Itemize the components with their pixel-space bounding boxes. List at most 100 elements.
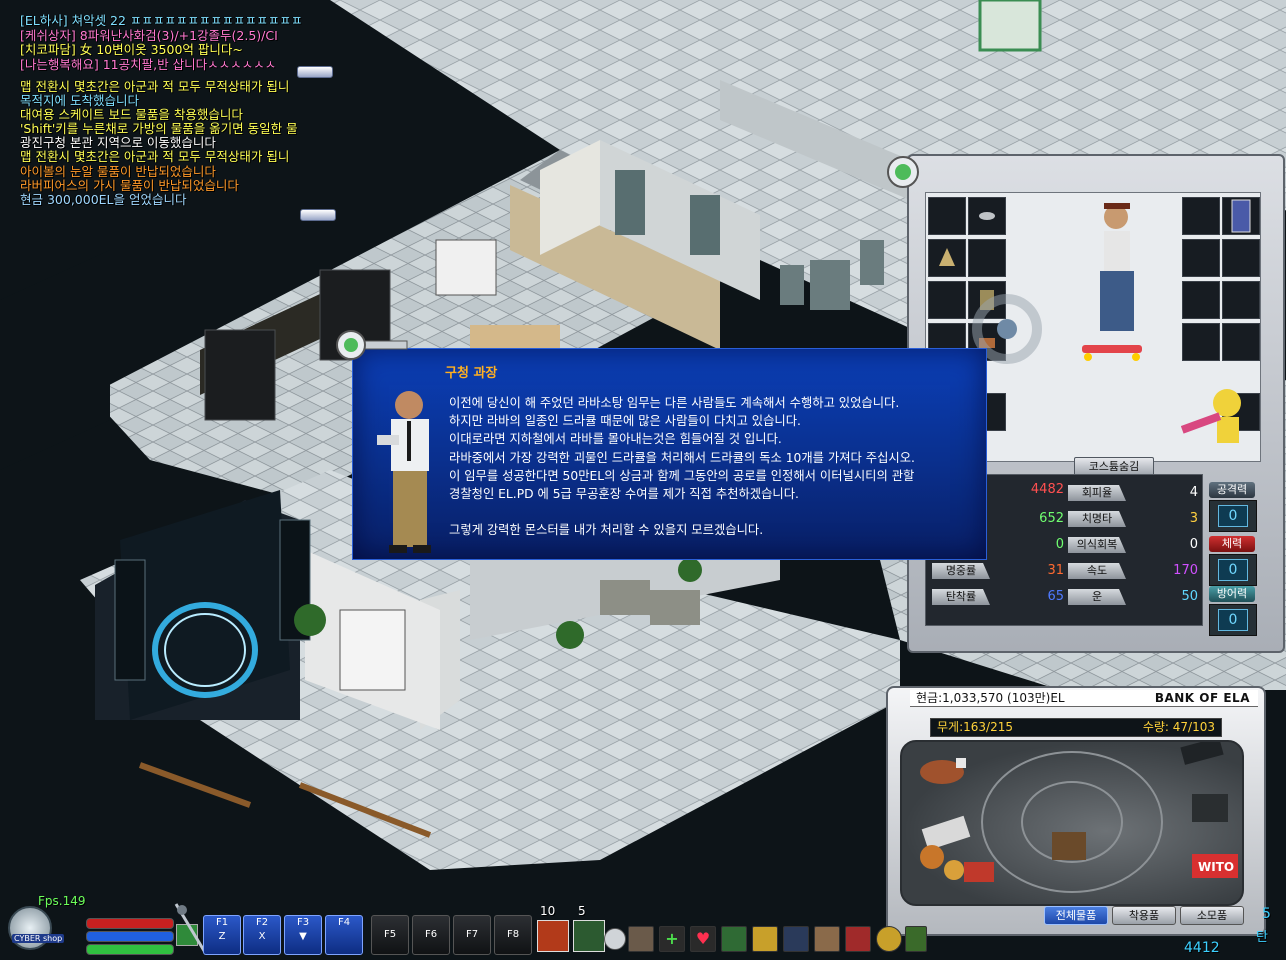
pet-icon (1181, 389, 1241, 443)
cyber-shop-label[interactable]: CYBER shop (12, 934, 65, 943)
stat-row-critical: 치명타 3 (1068, 510, 1200, 528)
stat-label: 속도 (1068, 563, 1126, 579)
equip-slot[interactable] (1182, 281, 1220, 319)
item-count-2: 5 (578, 904, 586, 918)
quest-line (449, 503, 977, 521)
stat-value: 652 (1039, 511, 1064, 526)
bank-storage-area[interactable]: WITO (900, 737, 1244, 906)
quest-line: 이전에 당신이 해 주었던 라바소탕 임무는 다른 사람들도 계속해서 수행하고… (449, 396, 900, 410)
stamina-label: 체력 (1209, 536, 1255, 552)
defense-value: 0 (1218, 609, 1248, 631)
stat-label: 명중률 (932, 563, 990, 579)
bank-count: 수량: 47/103 (1142, 720, 1215, 734)
stat-row-impact: 탄착률 65 (926, 588, 1066, 606)
chat-log: [EL하사] 쳐악셋 22 ㅍㅍㅍㅍㅍㅍㅍㅍㅍㅍㅍㅍㅍㅍㅍ [케쉬상자] 8파워… (20, 14, 316, 72)
system-log-scroll-handle[interactable] (300, 209, 336, 221)
bank-header: 현금:1,033,570 (103만)EL BANK OF ELA (910, 690, 1258, 707)
character-model (1082, 203, 1142, 361)
stamina-box[interactable]: 0 (1209, 554, 1257, 586)
f2-key[interactable]: F2 X (243, 915, 281, 955)
defense-label: 방어력 (1209, 586, 1255, 602)
shop-orb-icon[interactable] (8, 906, 52, 950)
stat-value: 0 (1055, 537, 1064, 552)
system-line: 광진구청 본관 지역으로 이동했습니다 (20, 136, 216, 151)
stat-value: 0 (1189, 537, 1198, 552)
attack-box[interactable]: 0 (1209, 500, 1257, 532)
grid-icon[interactable] (905, 926, 927, 952)
dialog-grip-icon[interactable] (331, 327, 411, 367)
medal-icon[interactable] (876, 926, 902, 952)
equip-slot[interactable] (1182, 323, 1220, 361)
box-icon[interactable] (628, 926, 654, 952)
gear-icon[interactable] (783, 926, 809, 952)
fkey-label: F2 (255, 917, 269, 928)
chat-scroll-handle[interactable] (297, 66, 333, 78)
chat-line: [나는행복해요] 11공치팔,반 삽니다ㅅㅅㅅㅅㅅㅅ (20, 57, 277, 72)
stat-label: 운 (1068, 589, 1126, 605)
fps-counter: Fps.149 (38, 894, 86, 908)
stat-row-recovery: 의식회복 0 (1068, 536, 1200, 554)
bank-weight: 무게:163/215 (937, 720, 1013, 734)
quest-line: 그렇게 강력한 몬스터를 내가 처리할 수 있을지 모르겠습니다. (449, 523, 764, 538)
side-text-1: 5 (1262, 906, 1271, 922)
equip-slot[interactable] (968, 239, 1006, 277)
equip-slot[interactable] (1182, 197, 1220, 235)
quickbar-orb-icon[interactable] (604, 928, 626, 950)
equip-slot[interactable] (1222, 239, 1260, 277)
npc-name: 구청 과장 (445, 366, 498, 381)
mp-bar (86, 931, 174, 942)
fkey-sub: Z (218, 931, 226, 942)
system-line: 아이볼의 눈알 물품이 반납되었습니다 (20, 164, 216, 179)
system-line: 라버피어스의 가시 물품이 반납되었습니다 (20, 178, 239, 193)
window-grip-icon[interactable] (883, 152, 923, 192)
bottom-number: 4412 (1184, 940, 1220, 956)
quest-line: 경찰청인 EL.PD 에 5급 무공훈장 수여를 제가 직접 추천하겠습니다. (449, 486, 799, 501)
stat-label: 의식회복 (1068, 537, 1126, 553)
stat-value: 50 (1181, 589, 1198, 604)
bank-items: WITO (920, 737, 1238, 893)
chat-icon[interactable] (721, 926, 747, 952)
fkey-label: F4 (337, 917, 351, 928)
bank-money: 현금:1,033,570 (103만)EL (916, 691, 1065, 705)
stat-row-luck: 운 50 (1068, 588, 1200, 606)
quest-dialog[interactable]: 구청 과장 이전에 당신이 해 주었던 라바소탕 임무는 다른 사람들도 계속해… (336, 330, 987, 560)
stamina-value: 0 (1218, 559, 1248, 581)
f8-key[interactable]: F8 (494, 915, 532, 955)
fkey-label: F5 (383, 929, 397, 940)
heart-icon[interactable]: ♥ (690, 926, 716, 952)
stat-label: 탄착률 (932, 589, 990, 605)
system-line: 맵 전환시 몇초간은 아군과 적 모두 무적상태가 됩니 (20, 150, 290, 165)
plus-icon[interactable]: + (659, 926, 685, 952)
stat-value: 170 (1173, 563, 1198, 578)
fkey-label: F7 (465, 929, 479, 940)
fkey-label: F6 (424, 929, 438, 940)
consumable-slot-2[interactable] (573, 920, 605, 952)
equip-slot[interactable] (928, 197, 966, 235)
equip-slot[interactable] (1182, 239, 1220, 277)
system-line: 대여용 스케이트 보드 물품을 착용했습니다 (20, 108, 243, 123)
f7-key[interactable]: F7 (453, 915, 491, 955)
bank-capacity-bar: 무게:163/215 수량: 47/103 (930, 718, 1222, 737)
equip-slot[interactable] (928, 239, 966, 277)
flag-icon[interactable] (845, 926, 871, 952)
equip-slot[interactable] (1222, 281, 1260, 319)
f4-key[interactable]: F4 (325, 915, 363, 955)
equip-slot[interactable] (1222, 323, 1260, 361)
f1-key[interactable]: F1 Z (203, 915, 241, 955)
puzzle-icon[interactable] (752, 926, 778, 952)
stat-value: 4482 (1030, 482, 1064, 497)
quest-text: 이전에 당신이 해 주었던 라바소탕 임무는 다른 사람들도 계속해서 수행하고… (449, 394, 977, 540)
sp-bar (86, 944, 174, 955)
f6-key[interactable]: F6 (412, 915, 450, 955)
defense-box[interactable]: 0 (1209, 604, 1257, 636)
system-line: 목적지에 도착했습니다 (20, 94, 139, 109)
f3-key[interactable]: F3 ▼ (284, 915, 322, 955)
consumable-slot-1[interactable] (537, 920, 569, 952)
stat-value: 4 (1189, 485, 1198, 500)
equip-slot[interactable] (968, 197, 1006, 235)
item-count-1: 10 (540, 904, 556, 918)
handshake-icon[interactable] (814, 926, 840, 952)
equip-slot[interactable] (1222, 197, 1260, 235)
stat-label: 치명타 (1068, 511, 1126, 527)
f5-key[interactable]: F5 (371, 915, 409, 955)
